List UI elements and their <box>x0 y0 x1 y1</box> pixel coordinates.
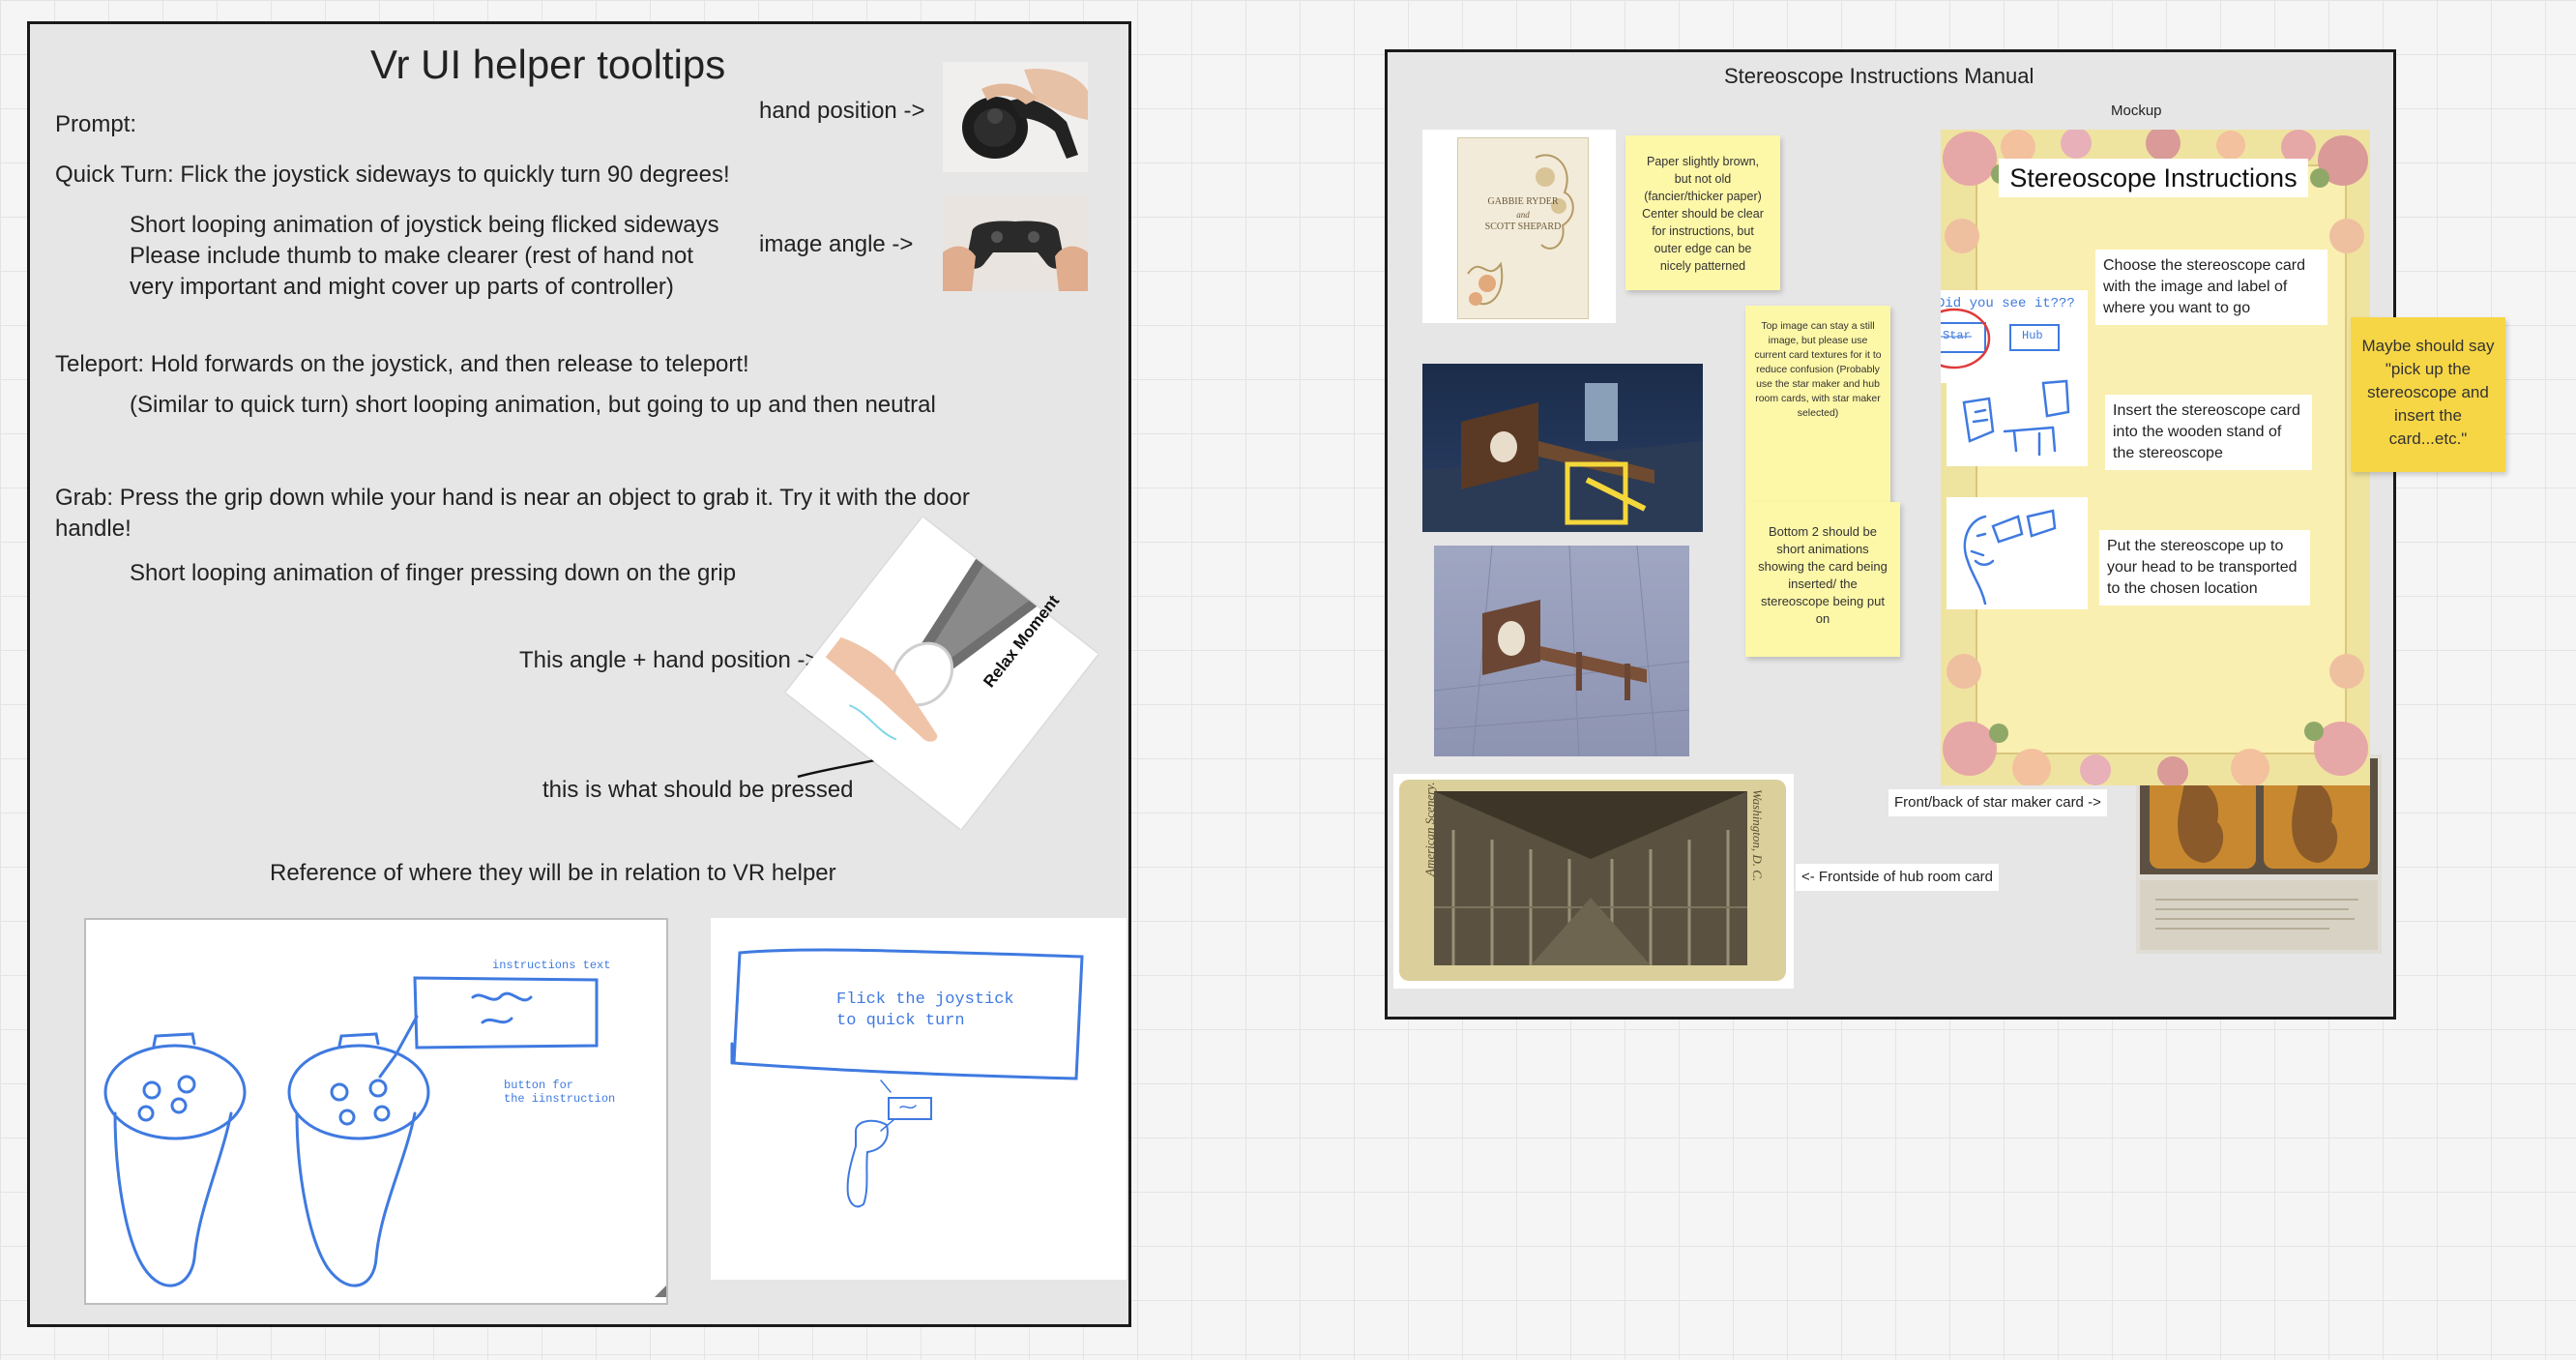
step-1-text: Choose the stereoscope card with the ima… <box>2095 250 2327 325</box>
quick-turn-detail-3: very important and might cover up parts … <box>130 274 674 300</box>
hand-position-label: hand position -> <box>759 98 925 124</box>
reference-text: Reference of where they will be in relat… <box>270 860 836 886</box>
sticky-top-image[interactable]: Top image can stay a still image, but pl… <box>1745 306 1890 507</box>
controller-sketch-drawing: instructions text button for the iinstru… <box>103 959 615 1287</box>
card-side-label-left: American Scenery. <box>1422 782 1437 876</box>
hub-card-label: Hub <box>2022 329 2043 342</box>
invitation-card: GABBIE RYDER and SCOTT SHEPARD <box>1457 137 1589 319</box>
step-2-text: Insert the stereoscope card into the woo… <box>2105 395 2312 470</box>
teleport-detail: (Similar to quick turn) short looping an… <box>130 392 936 418</box>
stereoscope-frame[interactable]: Stereoscope Instructions Manual GABBIE R… <box>1385 49 2505 1020</box>
gamepad-hands-photo[interactable] <box>943 194 1088 291</box>
image-angle-label: image angle -> <box>759 231 914 257</box>
card-select-sketch[interactable]: Did you see it??? Star Hub <box>1941 290 2088 383</box>
quick-turn-detail-1: Short looping animation of joystick bein… <box>130 212 719 238</box>
frame-title: Stereoscope Instructions Manual <box>1724 64 2034 88</box>
star-card-label: Star <box>1943 329 1971 342</box>
sticky-maybe[interactable]: Maybe should say "pick up the stereoscop… <box>2351 317 2505 472</box>
hub-room-card: American Scenery. Washington, D. C. <box>1399 780 1786 981</box>
sketch-flick-text-2: to quick turn <box>836 1012 965 1030</box>
sticky-bottom[interactable]: Bottom 2 should be short animations show… <box>1745 502 1900 657</box>
sketch-button-label-1: button for <box>504 1079 573 1092</box>
sketch-flick-text-1: Flick the joystick <box>836 990 1014 1009</box>
insert-card-sketch[interactable] <box>1947 373 2088 466</box>
tooltip-sketch[interactable]: Flick the joystick to quick turn <box>711 918 1127 1280</box>
teleport-text: Teleport: Hold forwards on the joystick,… <box>55 351 749 377</box>
stereoscope-render-dark[interactable] <box>1422 364 1703 532</box>
sticky-paper[interactable]: Paper slightly brown, but not old (fanci… <box>1625 135 1780 290</box>
stereoscope-render-light[interactable] <box>1434 546 1689 756</box>
resize-handle[interactable] <box>655 1286 666 1297</box>
prompt-label: Prompt: <box>55 111 137 137</box>
grab-text-2: handle! <box>55 516 132 542</box>
quick-turn-text: Quick Turn: Flick the joystick sideways … <box>55 162 730 188</box>
angle-hand-label: This angle + hand position -> <box>519 647 819 673</box>
sketch-button-label-2: the iinstruction <box>504 1092 615 1106</box>
grab-text-1: Grab: Press the grip down while your han… <box>55 485 970 511</box>
did-you-see-text: Did you see it??? <box>1941 296 2075 311</box>
invitation-and: and <box>1516 210 1530 220</box>
controller-hand-photo[interactable] <box>943 62 1088 172</box>
mockup-label: Mockup <box>2111 103 2162 119</box>
invitation-name-2: SCOTT SHEPARD <box>1484 222 1562 232</box>
mockup-title: Stereoscope Instructions <box>1999 159 2308 197</box>
hub-room-card-photo[interactable]: American Scenery. Washington, D. C. <box>1393 774 1794 989</box>
tooltips-frame[interactable]: Vr UI helper tooltips Prompt: Quick Turn… <box>27 21 1131 1327</box>
invitation-name-1: GABBIE RYDER <box>1487 196 1559 207</box>
controller-sketch[interactable]: instructions text button for the iinstru… <box>84 918 668 1305</box>
frame-title: Vr UI helper tooltips <box>370 42 726 87</box>
grab-detail: Short looping animation of finger pressi… <box>130 560 737 586</box>
front-back-label: Front/back of star maker card -> <box>1888 789 2107 816</box>
step-3-text: Put the stereoscope up to your head to b… <box>2099 530 2310 606</box>
frontside-label: <- Frontside of hub room card <box>1796 864 2000 891</box>
sketch-instructions-label: instructions text <box>492 959 610 972</box>
quick-turn-detail-2: Please include thumb to make clearer (re… <box>130 243 693 269</box>
mockup-panel[interactable]: Stereoscope Instructions Did you see it?… <box>1941 130 2370 785</box>
tooltip-sketch-drawing: Flick the joystick to quick turn <box>730 948 1084 1208</box>
put-on-sketch[interactable] <box>1947 497 2088 609</box>
card-side-label-right: Washington, D. C. <box>1750 789 1765 882</box>
invitation-photo[interactable]: GABBIE RYDER and SCOTT SHEPARD <box>1422 130 1616 323</box>
